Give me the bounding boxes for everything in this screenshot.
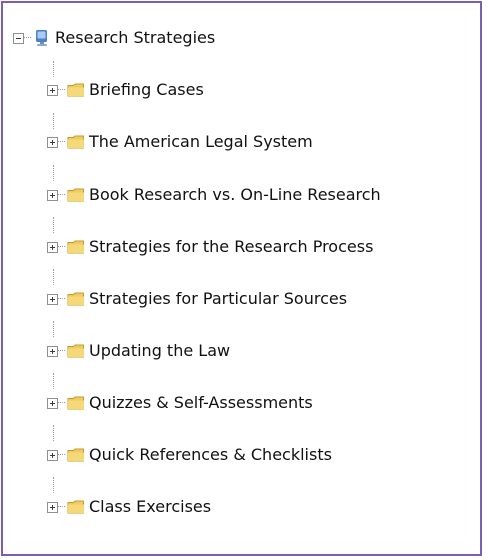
tree-connector	[53, 321, 55, 337]
tree-connector	[58, 506, 65, 508]
tree-connector	[53, 217, 55, 233]
tree-connector	[58, 246, 65, 248]
expand-icon[interactable]	[47, 345, 58, 357]
tree-connector	[58, 454, 65, 456]
folder-icon	[67, 188, 84, 202]
tree-item-strategies-research-process[interactable]: Strategies for the Research Process	[47, 233, 373, 261]
collapse-icon[interactable]	[13, 32, 24, 44]
tree-item-label: Strategies for the Research Process	[89, 237, 374, 256]
folder-icon	[67, 135, 84, 149]
tree-item-label: Quizzes & Self-Assessments	[89, 393, 313, 412]
tree-connector	[53, 113, 55, 129]
tree-item-label: Strategies for Particular Sources	[89, 289, 348, 308]
tree-item-label: Class Exercises	[89, 497, 212, 516]
tree-connector	[53, 269, 55, 285]
folder-icon	[67, 396, 84, 410]
tree-connector	[53, 165, 55, 181]
tree-root-node[interactable]: Research Strategies	[13, 24, 215, 52]
tree-connector	[53, 373, 55, 389]
tree-item-american-legal-system[interactable]: The American Legal System	[47, 128, 313, 156]
expand-icon[interactable]	[47, 241, 58, 253]
tree-connector	[58, 141, 65, 143]
tree-item-book-vs-online-research[interactable]: Book Research vs. On-Line Research	[47, 181, 381, 209]
tree-view: Research Strategies Briefing Cases The A…	[3, 3, 480, 554]
expand-icon[interactable]	[47, 501, 58, 513]
tree-item-quizzes-self-assessments[interactable]: Quizzes & Self-Assessments	[47, 389, 313, 417]
expand-icon[interactable]	[47, 84, 58, 96]
tree-connector	[24, 37, 31, 39]
computer-icon	[36, 30, 47, 46]
folder-icon	[67, 240, 84, 254]
expand-icon[interactable]	[47, 189, 58, 201]
folder-icon	[67, 344, 84, 358]
tree-connector	[53, 425, 55, 441]
tree-item-updating-the-law[interactable]: Updating the Law	[47, 337, 230, 365]
tree-item-label: The American Legal System	[89, 132, 313, 151]
folder-icon	[67, 83, 84, 97]
tree-view-panel: Research Strategies Briefing Cases The A…	[1, 1, 482, 556]
tree-item-label: Quick References & Checklists	[89, 445, 332, 464]
tree-connector	[58, 194, 65, 196]
folder-icon	[67, 292, 84, 306]
folder-icon	[67, 448, 84, 462]
tree-connector	[58, 89, 65, 91]
tree-item-quick-references-checklists[interactable]: Quick References & Checklists	[47, 441, 332, 469]
tree-connector	[58, 402, 65, 404]
tree-root-label: Research Strategies	[55, 28, 216, 47]
tree-item-briefing-cases[interactable]: Briefing Cases	[47, 76, 204, 104]
expand-icon[interactable]	[47, 449, 58, 461]
tree-connector	[58, 298, 65, 300]
folder-icon	[67, 500, 84, 514]
tree-connector	[58, 350, 65, 352]
tree-item-label: Briefing Cases	[89, 80, 204, 99]
tree-item-label: Updating the Law	[89, 341, 231, 360]
expand-icon[interactable]	[47, 293, 58, 305]
tree-item-label: Book Research vs. On-Line Research	[89, 185, 381, 204]
tree-item-strategies-particular-sources[interactable]: Strategies for Particular Sources	[47, 285, 347, 313]
tree-connector	[53, 61, 55, 77]
tree-item-class-exercises[interactable]: Class Exercises	[47, 493, 211, 521]
tree-connector	[53, 477, 55, 493]
expand-icon[interactable]	[47, 397, 58, 409]
expand-icon[interactable]	[47, 136, 58, 148]
